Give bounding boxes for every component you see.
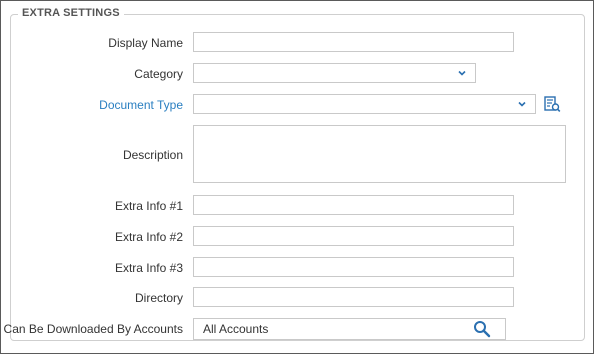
extra-info-1-label: Extra Info #1 (114, 199, 183, 213)
extra-info-1-input[interactable] (193, 195, 514, 215)
display-name-label: Display Name (108, 36, 183, 50)
search-icon[interactable] (473, 320, 491, 338)
document-type-label[interactable]: Document Type (99, 98, 183, 112)
extra-info-2-label: Extra Info #2 (114, 230, 183, 244)
document-type-select[interactable] (193, 94, 536, 114)
downloadable-by-value: All Accounts (203, 322, 269, 336)
extra-info-3-input[interactable] (193, 257, 514, 277)
category-label: Category (134, 67, 183, 81)
downloadable-by-lookup[interactable]: All Accounts (193, 318, 506, 340)
extra-settings-panel: EXTRA SETTINGS Display Name Category Doc… (0, 0, 594, 354)
directory-input[interactable] (193, 287, 514, 307)
chevron-down-icon (518, 101, 526, 107)
extra-info-3-label: Extra Info #3 (114, 261, 183, 275)
description-label: Description (122, 148, 183, 162)
chevron-down-icon (458, 70, 466, 76)
display-name-input[interactable] (193, 32, 514, 52)
section-legend: EXTRA SETTINGS (18, 7, 124, 19)
directory-label: Directory (134, 291, 183, 305)
category-select[interactable] (193, 63, 476, 83)
document-search-icon[interactable] (543, 95, 561, 113)
description-textarea[interactable] (193, 125, 566, 183)
downloadable-by-label: Can Be Downloaded By Accounts (3, 322, 183, 336)
extra-info-2-input[interactable] (193, 226, 514, 246)
